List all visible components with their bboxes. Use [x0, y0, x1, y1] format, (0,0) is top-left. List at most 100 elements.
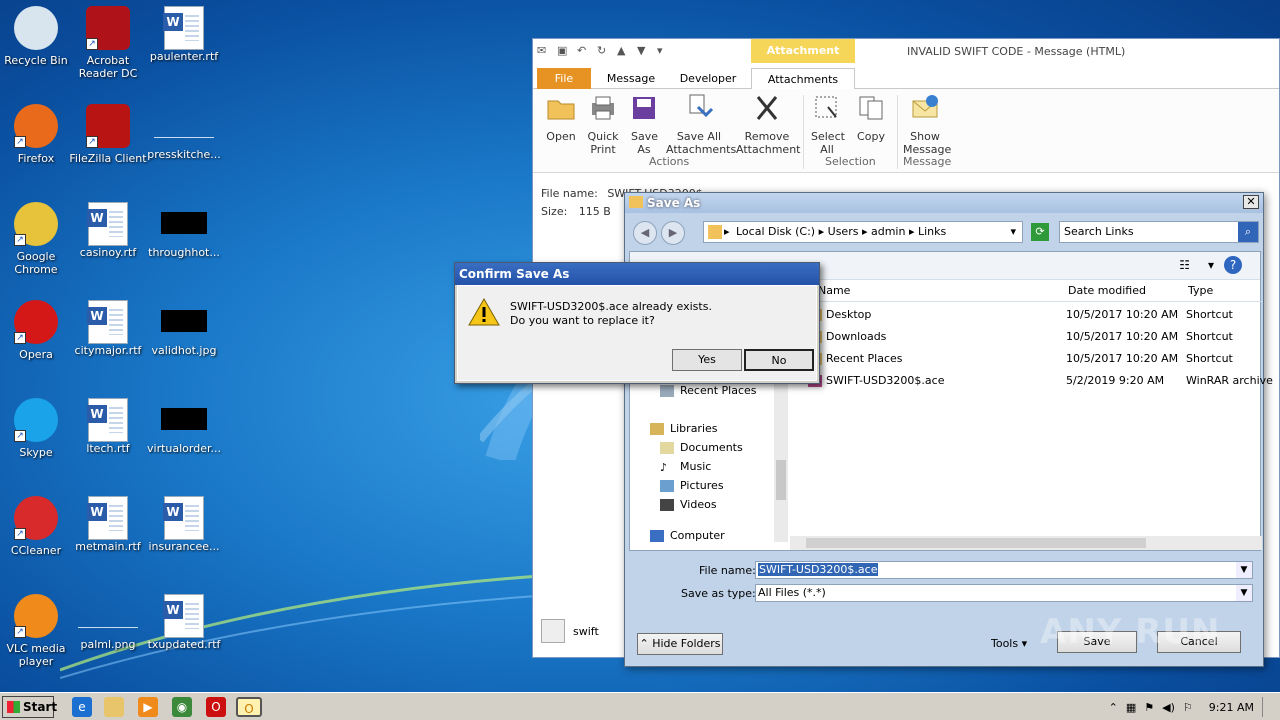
- clock[interactable]: 9:21 AM: [1209, 701, 1254, 714]
- desktop-icon[interactable]: Wtxupdated.rtf: [144, 594, 224, 651]
- desktop-icon[interactable]: ↗ FileZilla Client: [68, 104, 148, 165]
- chevron-down-icon[interactable]: ▾: [1208, 258, 1214, 272]
- refresh-icon[interactable]: ⟳: [1031, 223, 1049, 241]
- back-button[interactable]: ◀: [633, 221, 657, 245]
- file-name-input[interactable]: SWIFT-USD3200$.ace ▼: [755, 561, 1253, 579]
- chrome-icon[interactable]: ◉: [172, 697, 192, 717]
- scroll-thumb[interactable]: [806, 538, 1146, 548]
- desktop-icon[interactable]: Wcitymajor.rtf: [68, 300, 148, 357]
- nav-music[interactable]: ♪ Music: [660, 460, 711, 474]
- nav-computer[interactable]: Computer: [650, 529, 725, 542]
- nav-documents[interactable]: Documents: [660, 441, 743, 454]
- show-hidden-icons-icon[interactable]: ⌃: [1109, 701, 1118, 714]
- file-explorer-icon[interactable]: [104, 697, 124, 717]
- mail-icon[interactable]: ✉: [537, 44, 551, 58]
- tab-message[interactable]: Message: [599, 68, 663, 89]
- desktop-icon[interactable]: ↗ Firefox: [0, 104, 76, 165]
- desktop-icon[interactable]: ↗ Skype: [0, 398, 76, 459]
- scroll-thumb[interactable]: [776, 460, 786, 500]
- tab-attachments[interactable]: Attachments: [751, 68, 855, 89]
- desktop-icon[interactable]: palml.png: [68, 594, 148, 651]
- file-row[interactable]: Recent Places 10/5/2017 10:20 AM Shortcut: [790, 348, 1262, 370]
- view-options-icon[interactable]: ☷: [1179, 258, 1190, 272]
- action-center-icon[interactable]: ⚐: [1183, 701, 1193, 714]
- tools-menu[interactable]: Tools ▾: [991, 637, 1027, 650]
- breadcrumb-admin[interactable]: admin: [871, 225, 905, 238]
- copy-button[interactable]: Copy: [851, 93, 891, 143]
- desktop-icon[interactable]: Wpaulenter.rtf: [144, 6, 224, 63]
- desktop-icon[interactable]: Wcasinoy.rtf: [68, 202, 148, 259]
- search-icon[interactable]: ⌕: [1238, 222, 1258, 242]
- desktop-icon[interactable]: Recycle Bin: [0, 6, 76, 67]
- forward-button[interactable]: ▶: [661, 221, 685, 245]
- sender-name[interactable]: swift: [573, 625, 599, 638]
- opera-icon[interactable]: O: [206, 697, 226, 717]
- down-arrow-icon[interactable]: ▼: [637, 44, 651, 58]
- breadcrumb-users[interactable]: Users: [828, 225, 859, 238]
- file-row[interactable]: SWIFT-USD3200$.ace 5/2/2019 9:20 AM WinRAR…: [790, 370, 1273, 392]
- desktop-icon[interactable]: ↗ Google Chrome: [0, 202, 76, 276]
- nav-recent-places[interactable]: Recent Places: [660, 384, 757, 397]
- breadcrumb-links[interactable]: Links: [918, 225, 946, 238]
- desktop-icon[interactable]: Wltech.rtf: [68, 398, 148, 455]
- select-all-button[interactable]: Select All: [809, 93, 845, 156]
- desktop-icon[interactable]: ↗ Acrobat Reader DC: [68, 6, 148, 80]
- file-row[interactable]: Desktop 10/5/2017 10:20 AM Shortcut: [790, 304, 1262, 326]
- chevron-down-icon[interactable]: ▼: [1236, 562, 1252, 578]
- desktop-icon[interactable]: validhot.jpg: [144, 300, 224, 357]
- flag-icon[interactable]: ⚑: [1144, 701, 1154, 714]
- help-icon[interactable]: ?: [1224, 256, 1242, 274]
- save-all-attachments-button[interactable]: Save All Attachments: [665, 93, 736, 156]
- desktop-icon[interactable]: ↗ Opera: [0, 300, 76, 361]
- redo-icon[interactable]: ↻: [597, 44, 611, 58]
- file-name: SWIFT-USD3200$.ace: [826, 374, 945, 387]
- breadcrumb-local-disk[interactable]: Local Disk (C:): [736, 225, 815, 238]
- desktop-icon[interactable]: Wmetmain.rtf: [68, 496, 148, 553]
- column-type[interactable]: Type: [1188, 284, 1213, 297]
- image-icon: [161, 310, 207, 332]
- show-desktop-button[interactable]: [1262, 697, 1276, 717]
- file-row[interactable]: Downloads 10/5/2017 10:20 AM Shortcut: [790, 326, 1262, 348]
- show-message-button[interactable]: Show Message: [901, 93, 951, 156]
- desktop-icon[interactable]: throughhot...: [144, 202, 224, 259]
- undo-icon[interactable]: ↶: [577, 44, 591, 58]
- shortcut-arrow-icon: ↗: [14, 626, 26, 638]
- outlook-taskbar-button[interactable]: O: [236, 697, 262, 717]
- open-button[interactable]: Open: [541, 93, 581, 143]
- save-as-button[interactable]: Save As: [627, 93, 661, 156]
- desktop-icon[interactable]: virtualorder...: [144, 398, 224, 455]
- column-name[interactable]: Name: [818, 284, 850, 297]
- desktop-icon[interactable]: ↗ CCleaner: [0, 496, 76, 557]
- tab-developer[interactable]: Developer: [673, 68, 743, 89]
- internet-explorer-icon[interactable]: e: [72, 697, 92, 717]
- no-button[interactable]: No: [744, 349, 814, 371]
- search-input[interactable]: Search Links ⌕: [1059, 221, 1259, 243]
- network-icon[interactable]: ▦: [1126, 701, 1136, 714]
- up-arrow-icon[interactable]: ▲: [617, 44, 631, 58]
- close-button[interactable]: ✕: [1243, 195, 1259, 209]
- nav-pictures[interactable]: Pictures: [660, 479, 724, 492]
- nav-libraries[interactable]: Libraries: [650, 422, 718, 435]
- address-bar[interactable]: ▸ Local Disk (C:) ▸ Users ▸ admin ▸ Link…: [703, 221, 1023, 243]
- chevron-down-icon[interactable]: ▼: [1236, 585, 1252, 601]
- desktop-icon[interactable]: ↗ VLC media player: [0, 594, 76, 668]
- column-date-modified[interactable]: Date modified: [1068, 284, 1146, 297]
- hide-folders-button[interactable]: ⌃ Hide Folders: [637, 633, 723, 655]
- customize-qat-icon[interactable]: ▾: [657, 44, 671, 58]
- remove-attachment-button[interactable]: Remove Attachment: [735, 93, 801, 156]
- media-player-icon[interactable]: ▶: [138, 697, 158, 717]
- chevron-down-icon[interactable]: ▾: [1010, 222, 1016, 242]
- desktop-icon[interactable]: presskitche...: [144, 104, 224, 161]
- save-icon[interactable]: ▣: [557, 44, 571, 58]
- volume-icon[interactable]: ◀): [1162, 701, 1175, 714]
- horizontal-scrollbar[interactable]: [790, 536, 1262, 550]
- quick-print-button[interactable]: Quick Print: [583, 93, 623, 156]
- nav-videos[interactable]: Videos: [660, 498, 717, 511]
- start-button[interactable]: Start: [2, 696, 57, 718]
- confirm-message-line2: Do you want to replace it?: [510, 314, 655, 327]
- desktop-icon-label: ltech.rtf: [86, 442, 130, 455]
- save-type-select[interactable]: All Files (*.*) ▼: [755, 584, 1253, 602]
- tab-file[interactable]: File: [537, 68, 591, 89]
- desktop-icon[interactable]: Winsurancee...: [144, 496, 224, 553]
- yes-button[interactable]: Yes: [672, 349, 742, 371]
